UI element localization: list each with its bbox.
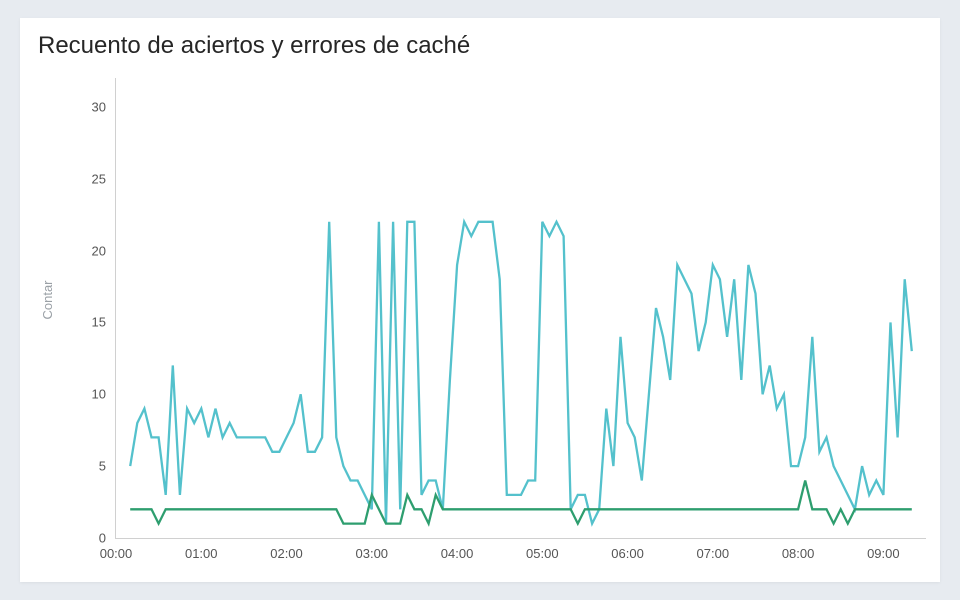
y-axis-label: Contar [40,280,55,319]
y-tick-label: 25 [76,171,106,186]
y-tick-label: 10 [76,387,106,402]
y-tick-label: 20 [76,243,106,258]
x-tick-label: 01:00 [171,546,231,561]
x-tick-label: 00:00 [86,546,146,561]
x-tick-label: 03:00 [342,546,402,561]
y-tick-label: 30 [76,99,106,114]
x-tick-label: 08:00 [768,546,828,561]
x-tick-label: 04:00 [427,546,487,561]
x-tick-label: 05:00 [512,546,572,561]
series-hits [130,222,912,524]
x-tick-label: 09:00 [853,546,913,561]
series-misses [130,481,912,524]
chart-title: Recuento de aciertos y errores de caché [38,32,470,60]
y-tick-label: 5 [76,459,106,474]
chart-svg [116,78,926,538]
plot-area: 05101520253000:0001:0002:0003:0004:0005:… [115,78,926,539]
x-tick-label: 06:00 [598,546,658,561]
y-tick-label: 0 [76,531,106,546]
chart-panel: Recuento de aciertos y errores de caché … [20,18,940,582]
x-tick-label: 02:00 [257,546,317,561]
y-tick-label: 15 [76,315,106,330]
x-tick-label: 07:00 [683,546,743,561]
